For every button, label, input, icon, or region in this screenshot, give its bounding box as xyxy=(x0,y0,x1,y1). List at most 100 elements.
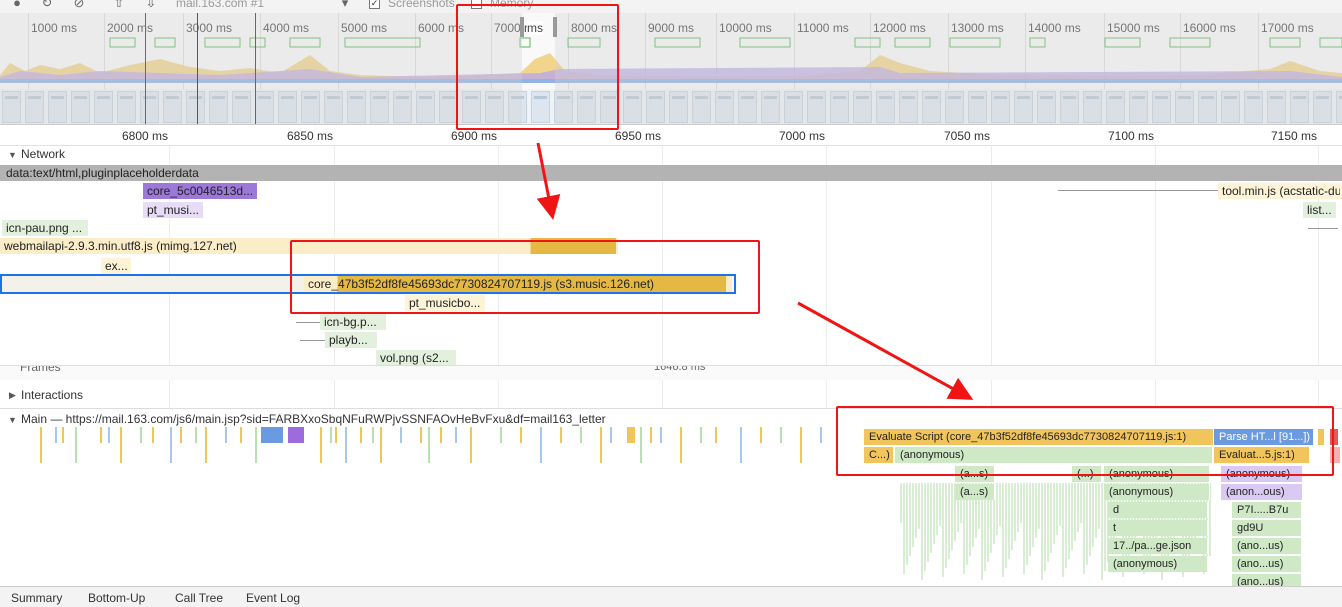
task-marker[interactable] xyxy=(320,427,322,463)
task-marker[interactable] xyxy=(740,427,742,463)
callstack-column[interactable] xyxy=(1032,483,1034,547)
screenshots-checkbox[interactable]: ✓ xyxy=(369,0,380,9)
task-marker[interactable] xyxy=(715,427,717,443)
callstack-column[interactable] xyxy=(1065,483,1067,568)
callstack-column[interactable] xyxy=(1002,483,1004,577)
callstack-column[interactable] xyxy=(909,483,911,556)
callstack-column[interactable] xyxy=(1059,483,1061,526)
callstack-column[interactable] xyxy=(933,483,935,544)
task-marker[interactable] xyxy=(440,427,442,443)
callstack-column[interactable] xyxy=(1056,483,1058,535)
callstack-column[interactable] xyxy=(1080,483,1082,523)
task-marker[interactable] xyxy=(345,427,347,463)
record-icon[interactable]: ● xyxy=(10,0,24,10)
callstack-column[interactable] xyxy=(918,483,920,529)
task-marker[interactable] xyxy=(225,427,227,443)
callstack-column[interactable] xyxy=(1017,483,1019,532)
callstack-column[interactable] xyxy=(1095,483,1097,538)
profile-select[interactable]: mail.163.com #1 xyxy=(176,0,264,10)
task-marker[interactable] xyxy=(120,427,122,463)
task-marker[interactable] xyxy=(500,427,502,443)
callstack-column[interactable] xyxy=(999,483,1001,526)
frames-track[interactable]: Frames 1646.8 ms xyxy=(0,365,1342,380)
callstack-column[interactable] xyxy=(912,483,914,547)
callstack-column[interactable] xyxy=(1005,483,1007,568)
collapse-arrow-icon[interactable]: ▼ xyxy=(8,150,17,160)
callstack-column[interactable] xyxy=(936,483,938,535)
network-request[interactable]: icn-bg.p... xyxy=(320,314,386,330)
task-marker[interactable] xyxy=(680,427,682,463)
task-marker[interactable] xyxy=(180,427,182,443)
expand-arrow-icon[interactable]: ▶ xyxy=(9,390,16,401)
network-request[interactable]: icn-pau.png ... xyxy=(2,220,88,236)
flame-entry-d[interactable]: d xyxy=(1108,502,1208,518)
callstack-column[interactable] xyxy=(1092,483,1094,547)
task-marker[interactable] xyxy=(140,427,142,443)
callstack-column[interactable] xyxy=(1011,483,1013,550)
task-marker[interactable] xyxy=(75,427,77,463)
callstack-column[interactable] xyxy=(1062,483,1064,577)
task-marker[interactable] xyxy=(335,427,337,443)
callstack-column[interactable] xyxy=(924,483,926,571)
network-request[interactable]: list... xyxy=(1303,202,1336,218)
callstack-column[interactable] xyxy=(1083,483,1085,574)
task-marker[interactable] xyxy=(580,427,582,443)
task-marker[interactable] xyxy=(240,427,242,443)
callstack-column[interactable] xyxy=(915,483,917,538)
callstack-column[interactable] xyxy=(1071,483,1073,550)
network-request[interactable]: ex... xyxy=(101,258,131,274)
callstack-column[interactable] xyxy=(1014,483,1016,541)
callstack-column[interactable] xyxy=(1050,483,1052,553)
callstack-column[interactable] xyxy=(1020,483,1022,523)
callstack-column[interactable] xyxy=(1029,483,1031,556)
task-marker[interactable] xyxy=(780,427,782,443)
task-block[interactable] xyxy=(288,427,304,443)
callstack-column[interactable] xyxy=(1077,483,1079,532)
callstack-column[interactable] xyxy=(903,483,905,574)
callstack-column[interactable] xyxy=(927,483,929,562)
task-marker[interactable] xyxy=(62,427,64,443)
task-marker[interactable] xyxy=(600,427,602,463)
callstack-column[interactable] xyxy=(1026,483,1028,565)
network-request[interactable]: core_5c0046513d... xyxy=(143,183,257,199)
reload-icon[interactable]: ↻ xyxy=(40,0,54,10)
task-marker[interactable] xyxy=(360,427,362,443)
flame-entry-as-2[interactable]: (a...s) xyxy=(955,484,995,500)
clear-icon[interactable]: ⊘ xyxy=(72,0,86,10)
callstack-column[interactable] xyxy=(951,483,953,550)
network-request[interactable]: playb... xyxy=(325,332,377,348)
task-marker[interactable] xyxy=(800,427,802,463)
task-marker[interactable] xyxy=(152,427,154,443)
task-marker[interactable] xyxy=(40,427,42,463)
network-title[interactable]: Network xyxy=(21,147,65,161)
callstack-column[interactable] xyxy=(930,483,932,553)
callstack-column[interactable] xyxy=(942,483,944,577)
task-marker[interactable] xyxy=(560,427,562,443)
interactions-title[interactable]: Interactions xyxy=(21,388,83,402)
timeline-overview[interactable]: 1000 ms 2000 ms 3000 ms 4000 ms 5000 ms 6000 … xyxy=(0,13,1342,125)
flame-entry-page-json[interactable]: 17../pa...ge.json xyxy=(1108,538,1208,554)
download-icon[interactable]: ⇩ xyxy=(144,0,158,10)
callstack-column[interactable] xyxy=(945,483,947,568)
task-marker[interactable] xyxy=(400,427,402,443)
flame-entry-ano-us-2[interactable]: (ano...us) xyxy=(1232,556,1302,572)
tab-call-tree[interactable]: Call Tree xyxy=(175,591,223,605)
flame-entry-ano-us-1[interactable]: (ano...us) xyxy=(1232,538,1302,554)
task-marker[interactable] xyxy=(650,427,652,443)
task-marker[interactable] xyxy=(100,427,102,443)
task-marker[interactable] xyxy=(660,427,662,443)
callstack-column[interactable] xyxy=(1089,483,1091,556)
tab-summary[interactable]: Summary xyxy=(11,591,62,605)
callstack-column[interactable] xyxy=(1023,483,1025,574)
callstack-column[interactable] xyxy=(921,483,923,580)
callstack-column[interactable] xyxy=(1101,483,1103,580)
task-marker[interactable] xyxy=(428,427,430,463)
task-marker[interactable] xyxy=(205,427,207,463)
task-marker[interactable] xyxy=(640,427,642,463)
flame-entry-gd9u[interactable]: gd9U xyxy=(1232,520,1302,536)
tab-event-log[interactable]: Event Log xyxy=(246,591,300,605)
flame-entry-t[interactable]: t xyxy=(1108,520,1208,536)
callstack-column[interactable] xyxy=(996,483,998,535)
callstack-column[interactable] xyxy=(1008,483,1010,559)
callstack-column[interactable] xyxy=(1041,483,1043,580)
